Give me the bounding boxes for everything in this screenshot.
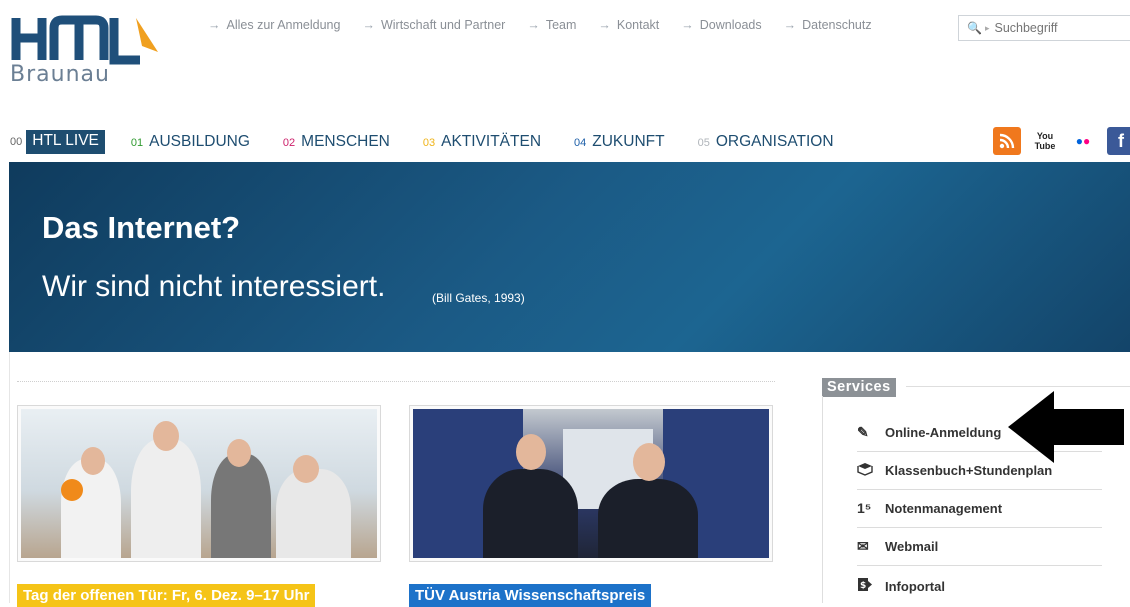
divider [17,381,775,383]
nav-label: ORGANISATION [715,133,834,150]
rss-icon[interactable] [993,127,1021,155]
flickr-icon[interactable]: ● ● [1069,127,1097,155]
main-nav: 00 HTL LIVE 01 AUSBILDUNG 02 MENSCHEN 03… [10,130,867,154]
facebook-icon[interactable]: f [1107,127,1130,155]
divider [857,565,1102,566]
book-icon [857,462,879,479]
nav-number: 03 [422,137,436,149]
news-photo-students [21,409,377,558]
news-photo-award [413,409,769,558]
nav-number: 02 [282,137,296,149]
top-link-kontakt[interactable]: → Kontakt [598,18,659,32]
hero-title: Das Internet? [42,210,241,245]
service-label: Online-Anmeldung [885,425,1002,440]
nav-label: MENSCHEN [301,133,390,150]
service-label: Klassenbuch+Stundenplan [885,463,1053,478]
service-label: Infoportal [885,579,945,594]
top-link-downloads[interactable]: → Downloads [681,18,761,32]
youtube-icon[interactable]: You Tube [1031,127,1059,155]
divider [906,386,1130,387]
top-link-datenschutz[interactable]: → Datenschutz [784,18,872,32]
search-icon: 🔍 [967,21,982,35]
nav-label: AKTIVITÄTEN [441,133,542,150]
hero-subtitle: Wir sind nicht interessiert. [42,270,386,303]
services-heading: Services [822,378,896,397]
service-infoportal[interactable]: $ Infoportal [857,577,945,596]
nav-number: 01 [130,137,144,149]
nav-number: 05 [697,137,710,149]
service-label: Webmail [885,539,939,554]
service-notenmanagement[interactable]: 1⁵ Notenmanagement [857,500,1002,516]
top-link-anmeldung[interactable]: → Alles zur Anmeldung [208,18,340,32]
nav-ausbildung[interactable]: 01 AUSBILDUNG [131,133,250,151]
divider [857,489,1102,490]
nav-menschen[interactable]: 02 MENSCHEN [283,133,390,151]
nav-number: 00 [10,136,23,148]
nav-label: HTL LIVE [26,130,105,154]
service-klassenbuch[interactable]: Klassenbuch+Stundenplan [857,462,1052,479]
top-links: → Alles zur Anmeldung → Wirtschaft und Par… [208,18,894,32]
top-link-team[interactable]: → Team [527,18,576,32]
divider [857,527,1102,528]
search-input[interactable] [992,20,1130,36]
nav-aktivitaeten[interactable]: 03 AKTIVITÄTEN [423,133,541,151]
grade-icon: 1⁵ [857,500,872,516]
service-label: Notenmanagement [885,500,1003,516]
nav-number: 04 [574,137,587,149]
nav-organisation[interactable]: 05 ORGANISATION [698,133,834,151]
search-caret-icon: ▸ [984,22,990,33]
nav-htl-live[interactable]: 00 HTL LIVE [10,130,105,154]
news-caption[interactable]: TÜV Austria Wissenschaftspreis [409,584,652,607]
svg-text:$: $ [860,581,866,591]
service-webmail[interactable]: ✉ Webmail [857,538,938,555]
content-border [9,352,10,603]
top-link-wirtschaft[interactable]: → Wirtschaft und Partner [362,18,505,32]
info-icon: $ [857,577,879,596]
social-icons: You Tube ● ● f [993,127,1130,155]
hero-banner [9,162,1130,352]
news-card-image[interactable] [409,405,773,562]
hero-source: (Bill Gates, 1993) [432,291,525,305]
nav-label: ZUKUNFT [592,133,665,150]
news-caption[interactable]: Tag der offenen Tür: Fr, 6. Dez. 9–17 Uh… [17,584,316,607]
logo-text: Braunau [10,62,110,87]
search-box[interactable]: 🔍 ▸ [958,15,1130,41]
pencil-icon: ✎ [857,424,869,440]
nav-zukunft[interactable]: 04 ZUKUNFT [574,133,665,151]
mail-icon: ✉ [857,538,869,554]
service-online-anmeldung[interactable]: ✎ Online-Anmeldung [857,424,1001,441]
news-card-image[interactable] [17,405,381,562]
annotation-arrow-icon [1008,391,1124,463]
nav-label: AUSBILDUNG [149,133,250,150]
